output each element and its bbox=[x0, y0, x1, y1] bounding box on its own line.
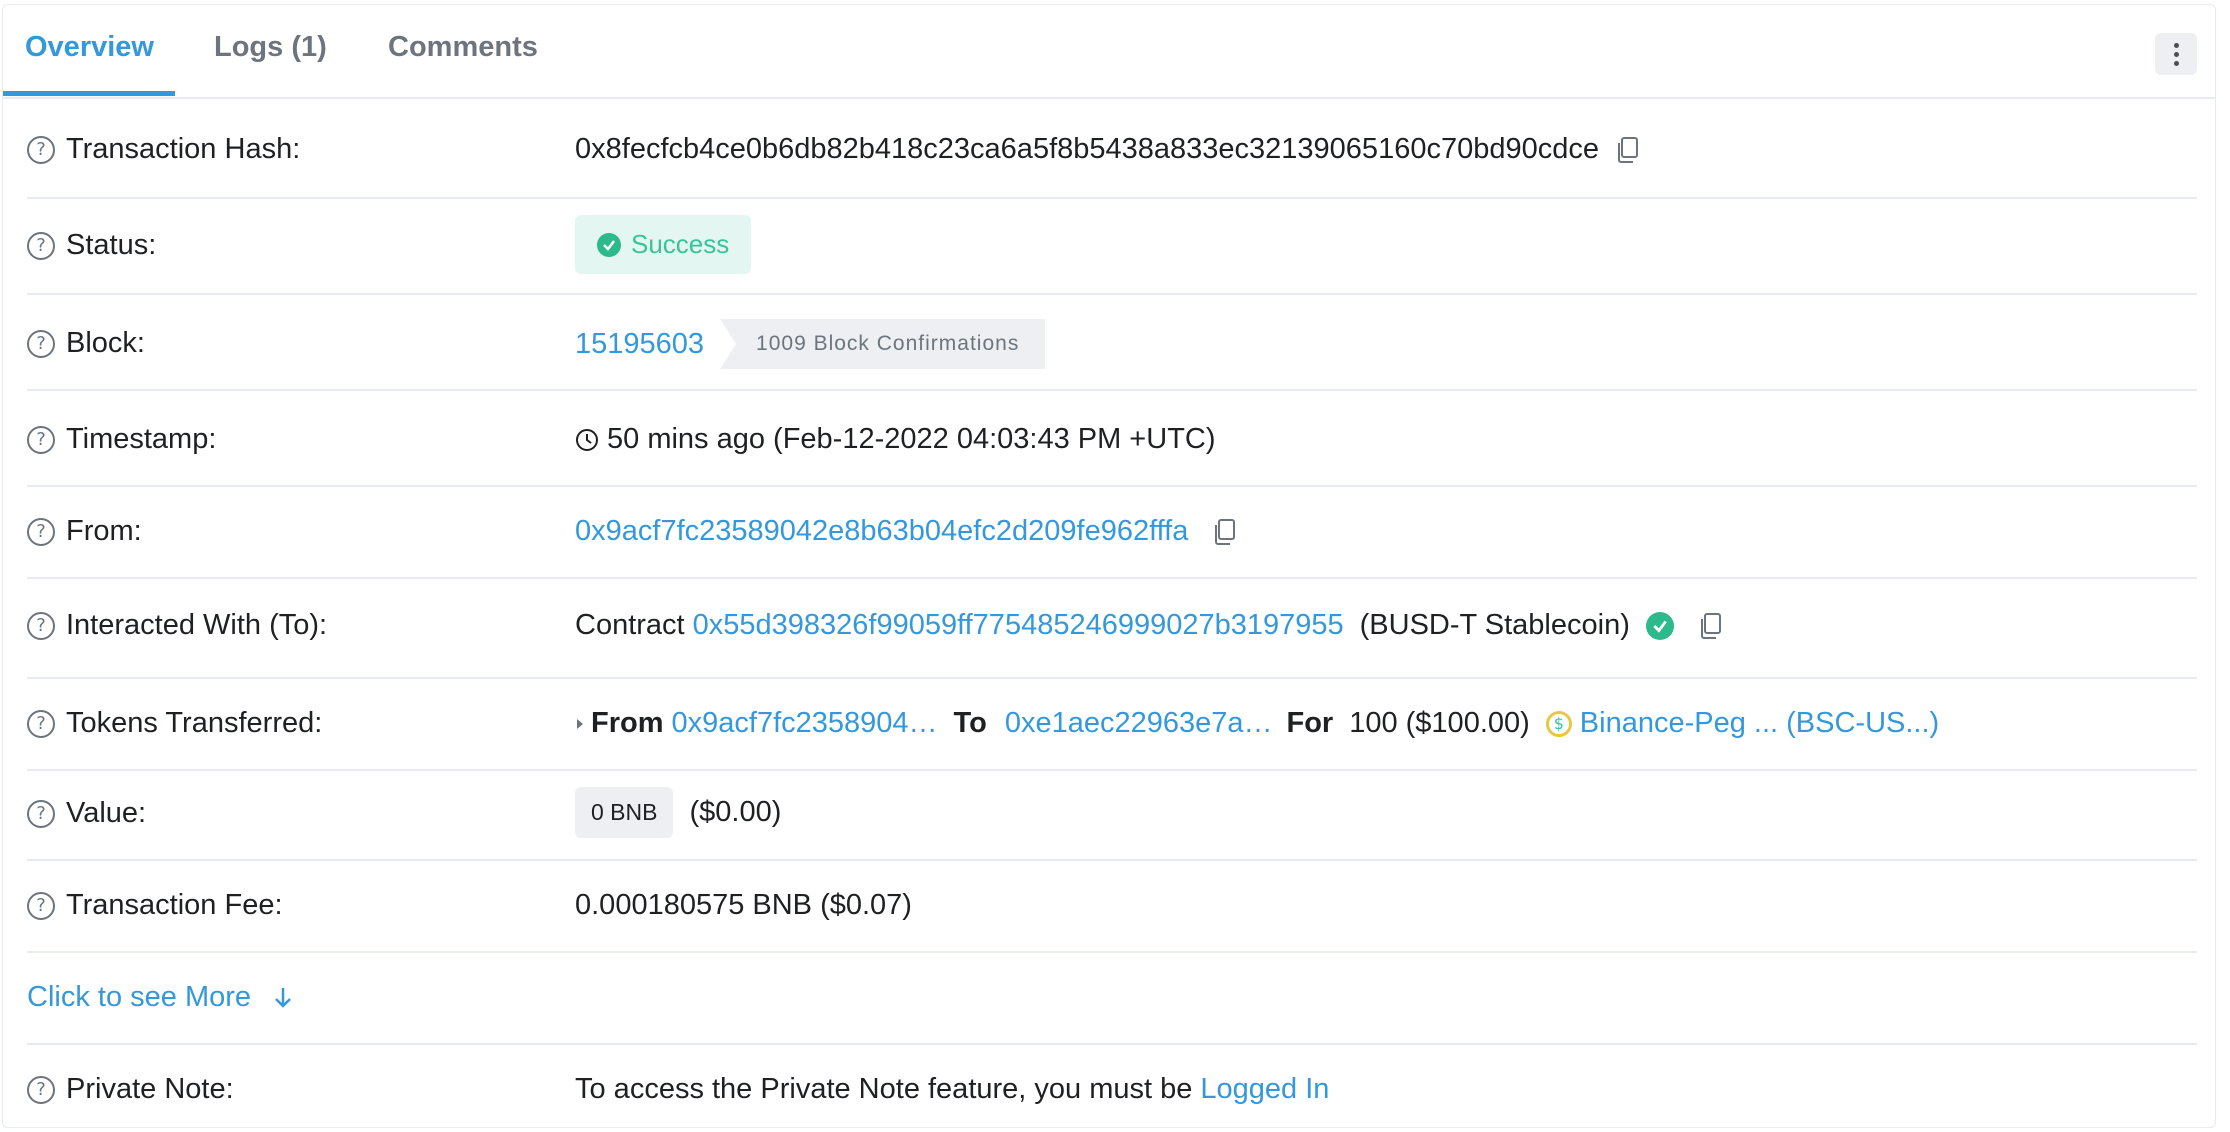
dot bbox=[2173, 51, 2179, 57]
contract-prefix: Contract bbox=[575, 609, 685, 641]
row-timestamp: ? Timestamp: 50 mins ago (Feb-12-2022 04… bbox=[27, 389, 2197, 487]
more-options-button[interactable] bbox=[2155, 33, 2197, 75]
help-icon[interactable]: ? bbox=[27, 135, 55, 164]
copy-icon[interactable] bbox=[1210, 517, 1240, 547]
copy-icon[interactable] bbox=[1613, 135, 1643, 165]
value-from: 0x9acf7fc23589042e8b63b04efc2d209fe962ff… bbox=[575, 515, 1240, 548]
value-status: Success bbox=[575, 215, 752, 274]
row-from: ? From: 0x9acf7fc23589042e8b63b04efc2d20… bbox=[27, 485, 2197, 579]
label-tokens-transferred: ? Tokens Transferred: bbox=[27, 707, 322, 740]
tokens-for-label: For bbox=[1286, 707, 1334, 739]
token-coin-icon: $ bbox=[1545, 710, 1572, 737]
tokens-amount: 100 ($100.00) bbox=[1349, 707, 1530, 739]
label-transaction-fee: ? Transaction Fee: bbox=[27, 889, 283, 922]
label-text: Tokens Transferred: bbox=[66, 707, 323, 739]
label-text: Block: bbox=[66, 327, 145, 359]
value-block: 15195603 1009 Block Confirmations bbox=[575, 319, 1046, 369]
contract-address-link[interactable]: 0x55d398326f99059ff775485246999027b31979… bbox=[693, 609, 1344, 642]
value-private-note: To access the Private Note feature, you … bbox=[575, 1073, 1329, 1106]
tokens-from-label: From bbox=[591, 707, 664, 739]
label-transaction-hash: ? Transaction Hash: bbox=[27, 133, 300, 166]
active-tab-indicator bbox=[3, 91, 175, 96]
row-see-more bbox=[27, 951, 2197, 1045]
value-value: 0 BNB ($0.00) bbox=[575, 787, 781, 838]
from-address-link[interactable]: 0x9acf7fc23589042e8b63b04efc2d209fe962ff… bbox=[575, 515, 1188, 548]
label-text: Transaction Hash: bbox=[66, 133, 301, 165]
help-icon[interactable]: ? bbox=[27, 709, 55, 738]
label-text: Value: bbox=[66, 797, 147, 829]
tab-comments[interactable]: Comments bbox=[388, 31, 538, 64]
clock-icon bbox=[576, 428, 598, 451]
value-transaction-fee: 0.000180575 BNB ($0.07) bbox=[575, 889, 912, 922]
tokens-from-address-link[interactable]: 0x9acf7fc2358904… bbox=[672, 707, 938, 740]
status-text: Success bbox=[631, 229, 730, 259]
row-value: ? Value: 0 BNB ($0.00) bbox=[27, 769, 2197, 861]
row-interacted-with: ? Interacted With (To): Contract 0x55d39… bbox=[27, 577, 2197, 679]
label-text: Private Note: bbox=[66, 1073, 234, 1105]
see-more-text: Click to see More bbox=[27, 981, 252, 1013]
verified-check-icon bbox=[1645, 611, 1674, 640]
tab-logs[interactable]: Logs (1) bbox=[214, 31, 327, 64]
see-more-link[interactable]: Click to see More bbox=[27, 981, 293, 1014]
tokens-to-label: To bbox=[953, 707, 987, 739]
label-text: From: bbox=[66, 515, 142, 547]
label-block: ? Block: bbox=[27, 327, 145, 360]
value-timestamp: 50 mins ago (Feb-12-2022 04:03:43 PM +UT… bbox=[575, 423, 1216, 456]
check-circle-icon bbox=[597, 232, 621, 257]
transaction-details-card: Overview Logs (1) Comments ? Transaction… bbox=[2, 4, 2216, 1128]
label-text: Interacted With (To): bbox=[66, 609, 328, 641]
label-text: Status: bbox=[66, 229, 157, 261]
row-block: ? Block: 15195603 1009 Block Confirmatio… bbox=[27, 293, 2197, 391]
value-usd: ($0.00) bbox=[689, 796, 782, 828]
value-bnb-badge: 0 BNB bbox=[575, 787, 674, 838]
label-text: Timestamp: bbox=[66, 423, 217, 455]
dot bbox=[2173, 42, 2179, 48]
help-icon[interactable]: ? bbox=[27, 891, 55, 920]
help-icon[interactable]: ? bbox=[27, 329, 55, 358]
label-private-note: ? Private Note: bbox=[27, 1073, 234, 1106]
timestamp-text: 50 mins ago (Feb-12-2022 04:03:43 PM +UT… bbox=[607, 423, 1216, 455]
copy-icon[interactable] bbox=[1696, 611, 1726, 641]
help-icon[interactable]: ? bbox=[27, 231, 55, 260]
help-icon[interactable]: ? bbox=[27, 517, 55, 546]
token-name-link[interactable]: Binance-Peg ... (BSC-US...) bbox=[1580, 707, 1939, 740]
logged-in-link[interactable]: Logged In bbox=[1200, 1073, 1329, 1106]
label-status: ? Status: bbox=[27, 229, 156, 262]
block-number-link[interactable]: 15195603 bbox=[575, 328, 704, 361]
transaction-fee-text: 0.000180575 BNB ($0.07) bbox=[575, 889, 912, 921]
label-interacted-with: ? Interacted With (To): bbox=[27, 609, 327, 642]
label-text: Transaction Fee: bbox=[66, 889, 283, 921]
value-interacted-with: Contract 0x55d398326f99059ff775485246999… bbox=[575, 609, 1726, 642]
help-icon[interactable]: ? bbox=[27, 1075, 55, 1104]
block-confirmations-badge: 1009 Block Confirmations bbox=[720, 319, 1046, 369]
tab-overview[interactable]: Overview bbox=[25, 31, 154, 64]
label-value: ? Value: bbox=[27, 797, 146, 830]
value-transaction-hash: 0x8fecfcb4ce0b6db82b418c23ca6a5f8b5438a8… bbox=[575, 133, 1643, 166]
arrow-down-icon bbox=[275, 987, 291, 1008]
private-note-text: To access the Private Note feature, you … bbox=[575, 1073, 1193, 1105]
row-transaction-hash: ? Transaction Hash: 0x8fecfcb4ce0b6db82b… bbox=[27, 101, 2197, 199]
value-tokens-transferred: From 0x9acf7fc2358904… To 0xe1aec22963e7… bbox=[575, 707, 1939, 740]
row-status: ? Status: Success bbox=[27, 197, 2197, 295]
help-icon[interactable]: ? bbox=[27, 425, 55, 454]
status-badge: Success bbox=[575, 215, 752, 274]
row-transaction-fee: ? Transaction Fee: 0.000180575 BNB ($0.0… bbox=[27, 859, 2197, 953]
label-timestamp: ? Timestamp: bbox=[27, 423, 216, 456]
contract-name: (BUSD-T Stablecoin) bbox=[1359, 609, 1630, 641]
caret-right-icon[interactable] bbox=[575, 717, 585, 731]
tab-bar: Overview Logs (1) Comments bbox=[3, 5, 2215, 99]
row-private-note: ? Private Note: To access the Private No… bbox=[27, 1043, 2197, 1127]
label-from: ? From: bbox=[27, 515, 142, 548]
transaction-hash-text: 0x8fecfcb4ce0b6db82b418c23ca6a5f8b5438a8… bbox=[575, 133, 1599, 165]
tokens-to-address-link[interactable]: 0xe1aec22963e7a… bbox=[1005, 707, 1273, 740]
help-icon[interactable]: ? bbox=[27, 799, 55, 828]
row-tokens-transferred: ? Tokens Transferred: From 0x9acf7fc2358… bbox=[27, 677, 2197, 771]
help-icon[interactable]: ? bbox=[27, 611, 55, 640]
dot bbox=[2173, 60, 2179, 66]
